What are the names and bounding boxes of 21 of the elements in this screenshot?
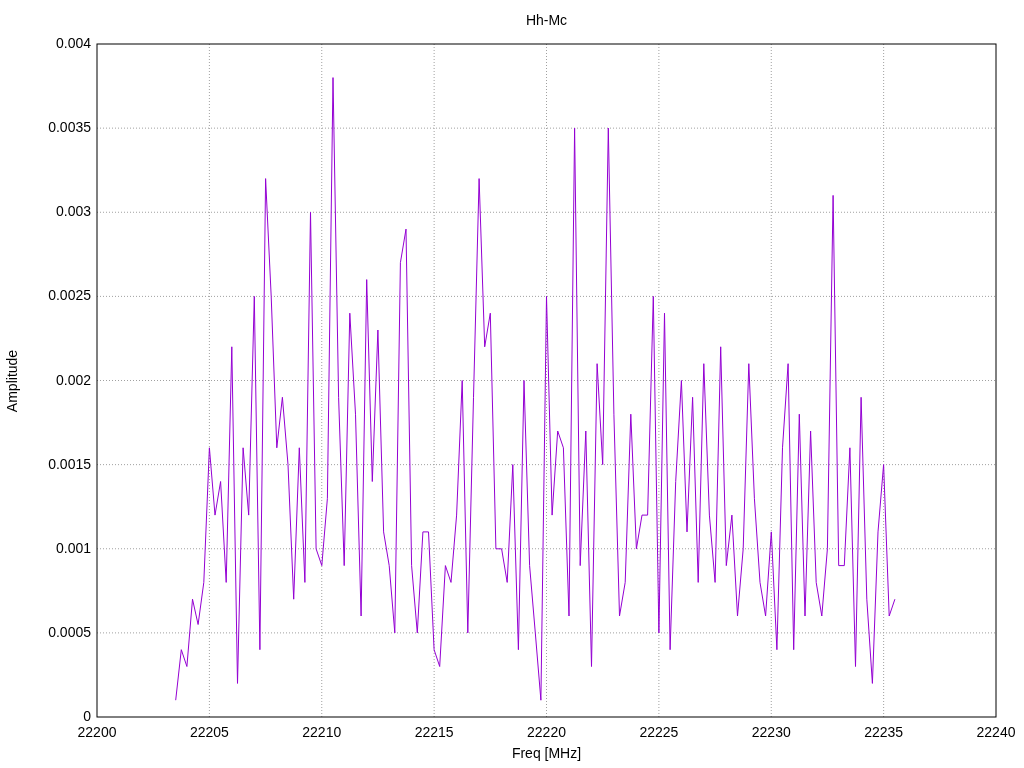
y-tick-label: 0.001 [55, 539, 91, 556]
y-tick-label: 0.0035 [48, 119, 91, 136]
x-tick-label: 22215 [414, 724, 454, 740]
y-tick-label: 0.003 [55, 203, 91, 220]
x-tick-label: 22200 [77, 724, 117, 740]
x-tick-label: 22225 [639, 724, 679, 740]
y-tick-label: 0.0025 [48, 287, 91, 304]
x-tick-label: 22230 [751, 724, 791, 740]
x-tick-label: 22205 [189, 724, 229, 740]
y-tick-label: 0.0015 [48, 455, 91, 472]
y-tick-label: 0 [83, 708, 91, 724]
chart-title: Hh-Mc [525, 12, 568, 28]
x-tick-label: 22240 [976, 724, 1016, 740]
y-axis-label: Amplitude [4, 349, 20, 413]
x-tick-label: 22220 [527, 724, 566, 740]
x-tick-label: 22210 [302, 724, 342, 740]
y-tick-label: 0.0005 [48, 623, 91, 640]
y-tick-label: 0.002 [55, 371, 91, 388]
y-tick-label: 0.004 [55, 35, 91, 51]
x-axis-label: Freq [MHz] [511, 745, 582, 761]
x-tick-label: 22235 [864, 724, 904, 740]
